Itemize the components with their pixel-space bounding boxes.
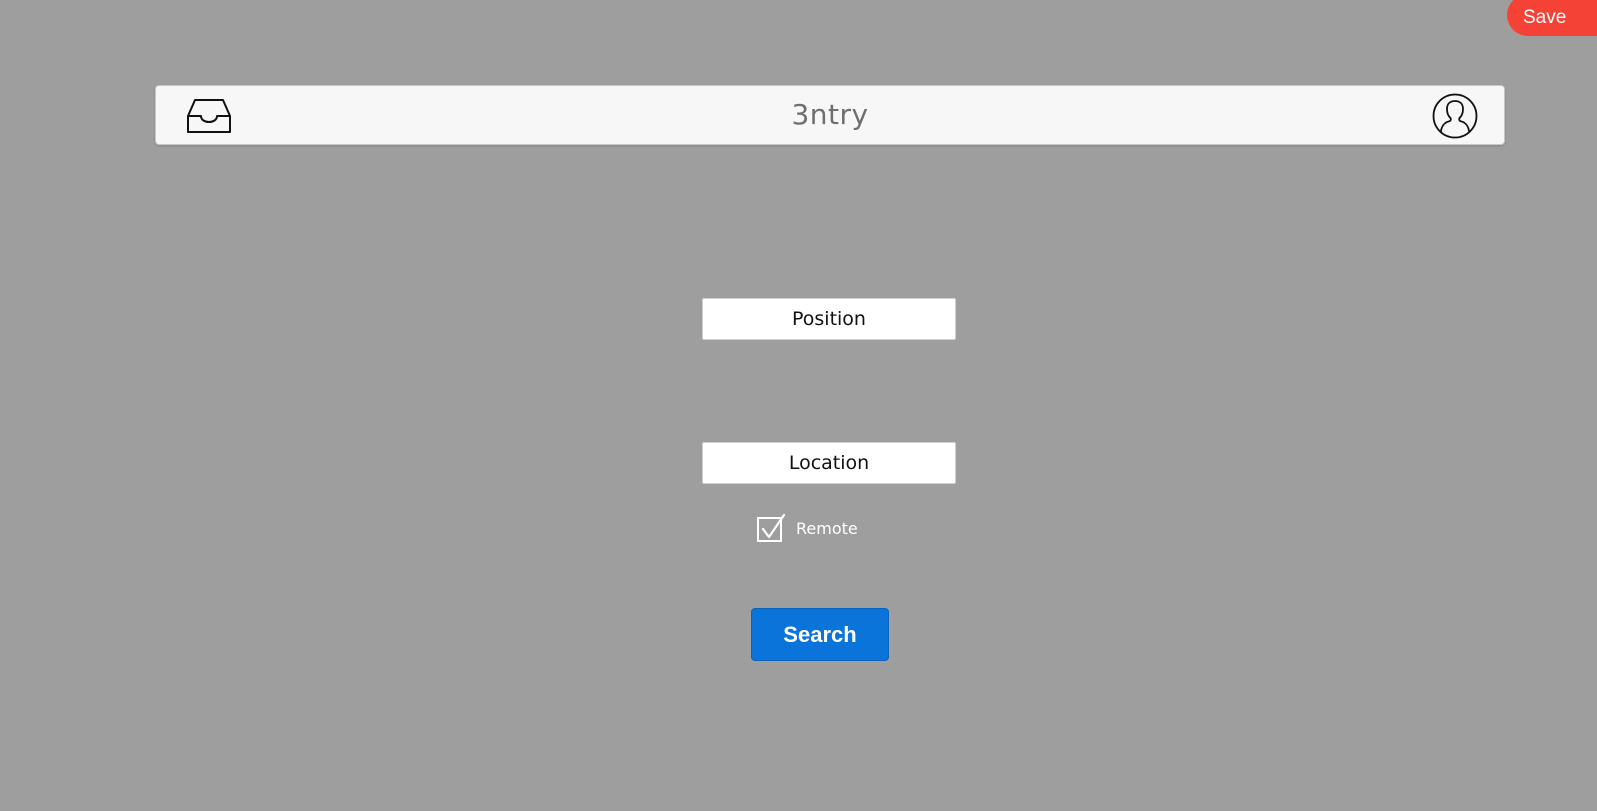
- remote-label[interactable]: Remote: [796, 519, 858, 538]
- app-title: 3ntry: [791, 98, 869, 131]
- save-button[interactable]: Save: [1507, 0, 1597, 36]
- search-button[interactable]: Search: [751, 608, 889, 661]
- user-profile-icon[interactable]: [1432, 93, 1478, 139]
- remote-option: Remote: [756, 513, 858, 543]
- location-field[interactable]: [702, 442, 956, 484]
- app-header: 3ntry: [155, 85, 1505, 145]
- inbox-icon[interactable]: [186, 98, 232, 134]
- position-field[interactable]: [702, 298, 956, 340]
- remote-checkbox-icon[interactable]: [756, 513, 786, 543]
